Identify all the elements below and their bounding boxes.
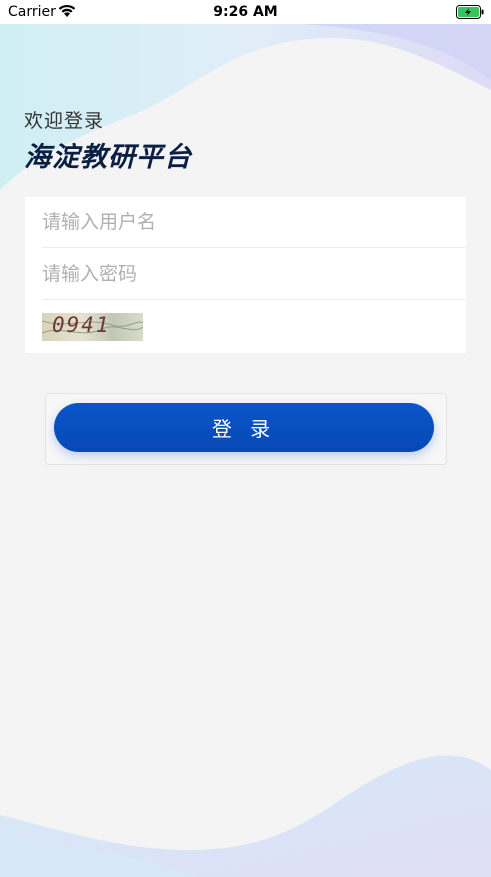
welcome-text: 欢迎登录 [24,110,105,132]
username-field [42,197,466,248]
battery-icon [456,5,484,19]
status-bar: Carrier 9:26 AM [0,0,491,24]
username-input[interactable] [42,197,466,247]
login-form: 0941 [25,197,466,353]
captcha-code: 0941 [52,313,111,337]
captcha-image[interactable]: 0941 [42,313,143,341]
platform-title: 海淀教研平台 [24,142,192,173]
login-button[interactable]: 登 录 [54,403,434,452]
clock: 9:26 AM [213,4,278,20]
password-input[interactable] [42,249,466,299]
captcha-field: 0941 [42,301,466,353]
password-field [42,249,466,300]
